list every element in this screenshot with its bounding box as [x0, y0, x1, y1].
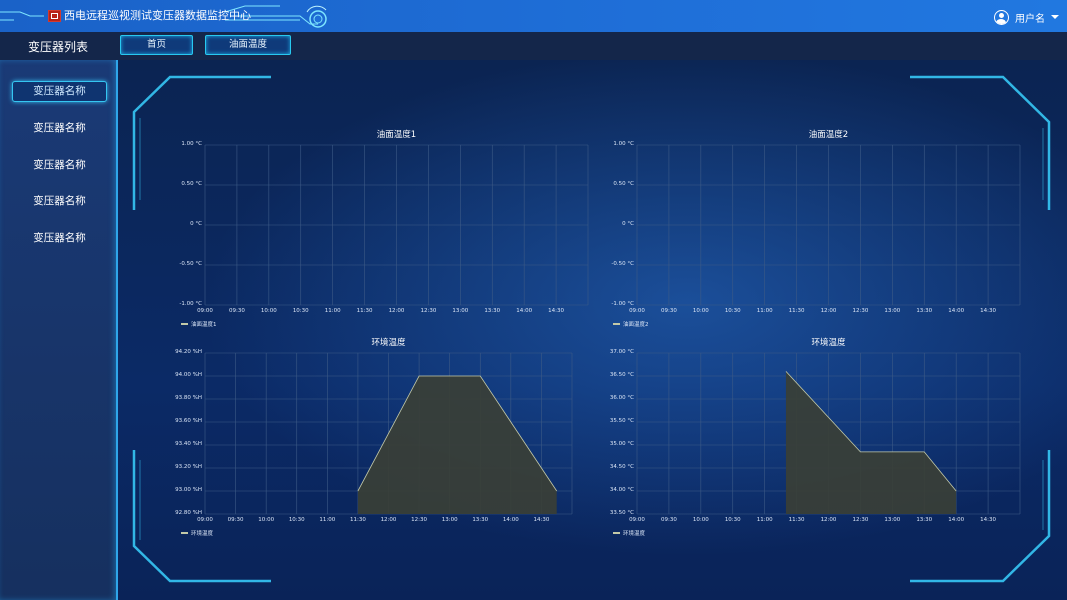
- user-name: 用户名: [1015, 13, 1045, 25]
- main-panel: [118, 60, 1067, 600]
- logo-icon: [48, 10, 61, 22]
- sidebar-item-transformer-3[interactable]: 变压器名称: [12, 155, 107, 176]
- sidebar-item-transformer-4[interactable]: 变压器名称: [12, 191, 107, 212]
- sidebar: 变压器名称 变压器名称 变压器名称 变压器名称 变压器名称: [0, 60, 118, 600]
- sub-bar: 变压器列表 首页 油面温度: [0, 32, 1067, 61]
- tab-oil-temperature[interactable]: 油面温度: [205, 35, 291, 55]
- sidebar-item-transformer-2[interactable]: 变压器名称: [12, 118, 107, 139]
- tech-frame-decoration: [132, 75, 1051, 583]
- top-bar: 西电远程巡视测试变压器数据监控中心 用户名: [0, 0, 1067, 32]
- sidebar-item-transformer-1[interactable]: 变压器名称: [12, 81, 107, 102]
- user-avatar-icon: [994, 9, 1009, 25]
- transformer-list-title: 变压器列表: [28, 40, 89, 54]
- sidebar-item-transformer-5[interactable]: 变压器名称: [12, 228, 107, 249]
- user-menu[interactable]: 用户名: [994, 8, 1059, 26]
- app-title: 西电远程巡视测试变压器数据监控中心: [64, 9, 251, 22]
- chevron-down-icon: [1051, 15, 1059, 19]
- tab-home[interactable]: 首页: [120, 35, 193, 55]
